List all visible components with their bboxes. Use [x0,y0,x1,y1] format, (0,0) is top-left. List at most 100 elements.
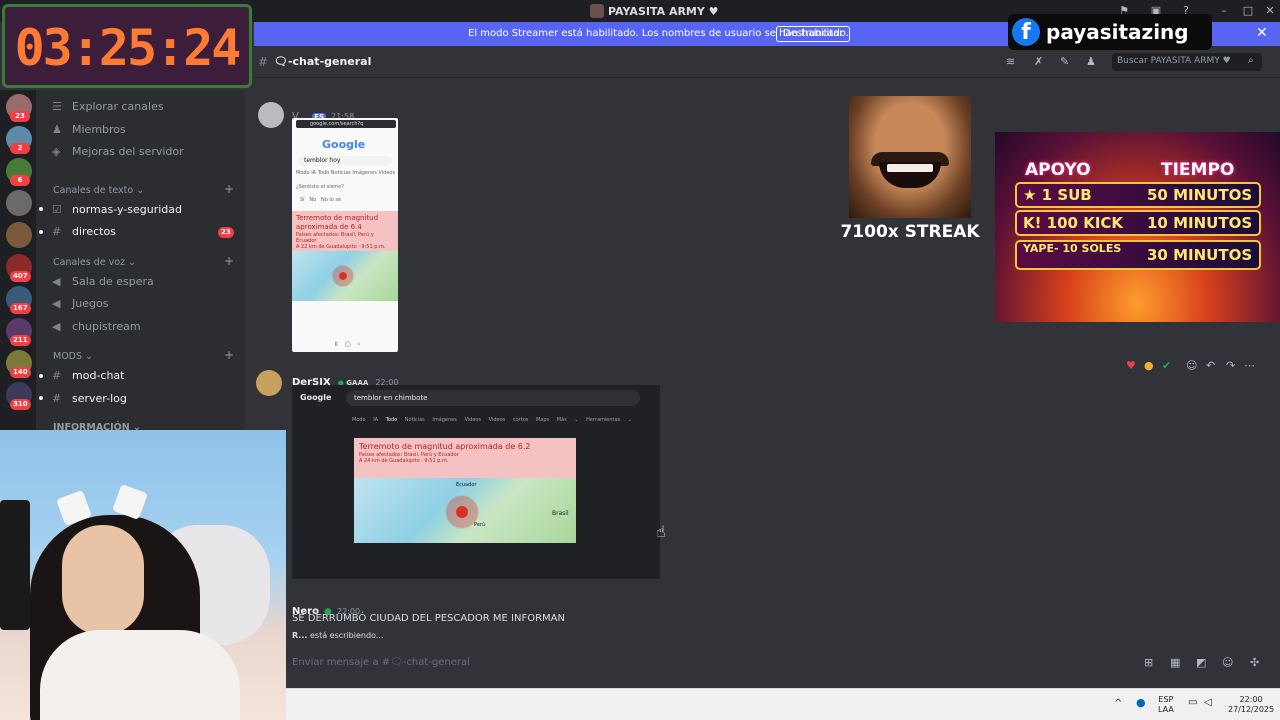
map-label: Ecuador [456,482,477,488]
channel-server-log[interactable]: # server-log [52,392,127,405]
heart-reaction-icon[interactable]: ♥ [1126,359,1136,372]
emoji-reaction-icon[interactable]: ● [1144,359,1154,372]
sticker-icon[interactable]: ◩ [1196,656,1206,669]
map-label: Perú [474,522,486,528]
channel-sidebar: ☰ Explorar canales ♟ Miembros ◈ Mejoras del… [36,90,245,433]
url-bar: google.com/search?q [296,120,396,128]
felt-question: ¿Sentiste el sismo? [296,184,344,190]
sidebar-item-explore[interactable]: ☰ Explorar canales [52,100,164,113]
quake-card: Terremoto de magnitud aproximada de 6.2 … [354,438,576,478]
maximize-button[interactable]: □ [1240,3,1256,19]
server-badge: 2 [10,143,30,154]
window-title: PAYASITA ARMY ♥ [590,4,719,18]
quake-location: A 22 km de Guadalupito · 9:51 p.m. [296,244,386,250]
mute-icon[interactable]: ✗ [1034,55,1043,68]
voice-channel-juegos[interactable]: ◀ Juegos [52,297,108,310]
pin-icon[interactable]: ✎ [1060,55,1069,68]
streak-meme-image [849,96,971,218]
unread-indicator [39,396,43,400]
channel-name: 🗨-chat-general [274,55,372,68]
compass-icon: ☰ [52,100,62,113]
threads-icon[interactable]: ≋ [1006,55,1015,68]
facebook-name: payasitazing [1046,20,1189,44]
minimize-button[interactable]: – [1216,3,1232,19]
voice-channel-chupistream[interactable]: ◀ chupistream [52,320,141,333]
reply-icon[interactable]: ↶ [1206,359,1215,372]
image-attachment[interactable]: Google temblor en chimbote Modo IA Todo … [292,385,660,579]
webcam-feed [0,430,286,720]
server-badge: 167 [10,303,31,314]
sidebar-item-members[interactable]: ♟ Miembros [52,123,126,136]
unread-indicator [39,207,43,211]
add-channel-icon[interactable]: + [224,348,234,362]
category-text-channels[interactable]: Canales de texto ⌄ [53,185,144,196]
check-reaction-icon[interactable]: ✔ [1162,359,1171,372]
image-attachment[interactable]: google.com/search?q Google temblor hoy M… [292,118,398,352]
channel-mod-chat[interactable]: # mod-chat [52,369,124,382]
speaker-icon: ◀ [52,297,61,310]
quake-title: Terremoto de magnitud aproximada de 6.4 [296,214,379,231]
server-badge: 140 [10,367,31,378]
add-reaction-icon[interactable]: ☺ [1186,359,1197,372]
apps-icon[interactable]: ✣ [1250,656,1259,669]
category-voice-channels[interactable]: Canales de voz ⌄ [53,257,136,268]
face-shape [62,525,144,635]
gif-icon[interactable]: ▦ [1170,656,1180,669]
microphone-icon[interactable]: ● [1136,697,1146,708]
emoji-icon[interactable]: ☺ [1222,656,1233,669]
channel-header: # 🗨-chat-general ≋ ✗ ✎ ♟ Buscar PAYASITA… [254,46,1280,78]
search-icon: ⌕ [1248,55,1254,66]
facebook-icon: f [1012,18,1040,46]
promo-row: ★ 1 SUB 50 MINUTOS [1015,182,1261,208]
add-channel-icon[interactable]: + [224,254,234,268]
boost-icon: ◈ [52,145,61,158]
timer-digits: 03:25:24 [14,19,242,77]
message-composer[interactable]: Enviar mensaje a #🗨-chat-general ⊞ ▦ ◩ ☺… [286,652,1280,676]
sidebar-item-boosts[interactable]: ◈ Mejoras del servidor [52,145,184,158]
member-list-icon[interactable]: ♟ [1086,55,1096,68]
composer-placeholder: Enviar mensaje a #🗨-chat-general [292,657,470,668]
avatar[interactable] [258,102,284,128]
phone-nav-bar: ॥ ○ ‹ [333,340,361,348]
unread-indicator [39,374,43,378]
server-icon[interactable] [6,190,32,216]
message-text: SE DERRUMBÓ CIUDAD DEL PESCADOR ME INFOR… [292,613,565,624]
support-promo-panel: APOYO TIEMPO ★ 1 SUB 50 MINUTOS K! 100 K… [995,132,1280,322]
facebook-badge: f payasitazing [1008,14,1212,50]
server-icon [590,4,604,18]
forward-icon[interactable]: ↷ [1226,359,1235,372]
clock[interactable]: 22:00 27/12/2025 [1228,695,1274,715]
search-input[interactable]: Buscar PAYASITA ARMY ♥ ⌕ [1112,53,1262,71]
channel-normas-y-seguridad[interactable]: ☑ normas-y-seguridad [52,203,182,216]
server-badge: 23 [10,111,30,122]
close-icon[interactable]: ✕ [1256,25,1268,41]
search-box: temblor hoy [298,156,392,166]
speaker-icon: ◀ [52,275,61,288]
stream-timer: 03:25:24 [2,4,252,88]
voice-channel-sala-de-espera[interactable]: ◀ Sala de espera [52,275,154,288]
channel-directos[interactable]: # directos [52,225,116,238]
network-icon[interactable]: ▭ [1188,698,1197,708]
server-icon[interactable] [6,222,32,248]
add-channel-icon[interactable]: + [224,182,234,196]
felt-options: Sí No No lo sé [300,197,342,203]
hash-icon: # [52,225,62,238]
search-box: temblor en chimbote [346,390,640,406]
volume-icon[interactable]: ◁ [1204,698,1212,708]
language-indicator[interactable]: ESP LAA [1158,695,1174,715]
more-icon[interactable]: ⋯ [1244,359,1255,372]
promo-row-right: 50 MINUTOS [1147,186,1253,204]
promo-row-right: 30 MINUTOS [1147,246,1253,264]
disable-streamer-button[interactable]: Deshabilitar [776,26,851,42]
category-mods[interactable]: MODS ⌄ [53,351,93,362]
avatar[interactable] [256,370,282,396]
promo-row-right: 10 MINUTOS [1147,214,1253,232]
promo-head-left: APOYO [1025,160,1091,180]
taskbar: ^ ● ESP LAA ▭ ◁ 22:00 27/12/2025 [286,688,1280,720]
shirt-shape [40,630,240,720]
server-badge: 407 [10,271,31,282]
microphone-shape [0,500,30,630]
chevron-up-icon[interactable]: ^ [1114,699,1122,709]
gift-icon[interactable]: ⊞ [1144,656,1153,669]
close-window-button[interactable]: ✕ [1262,3,1278,19]
